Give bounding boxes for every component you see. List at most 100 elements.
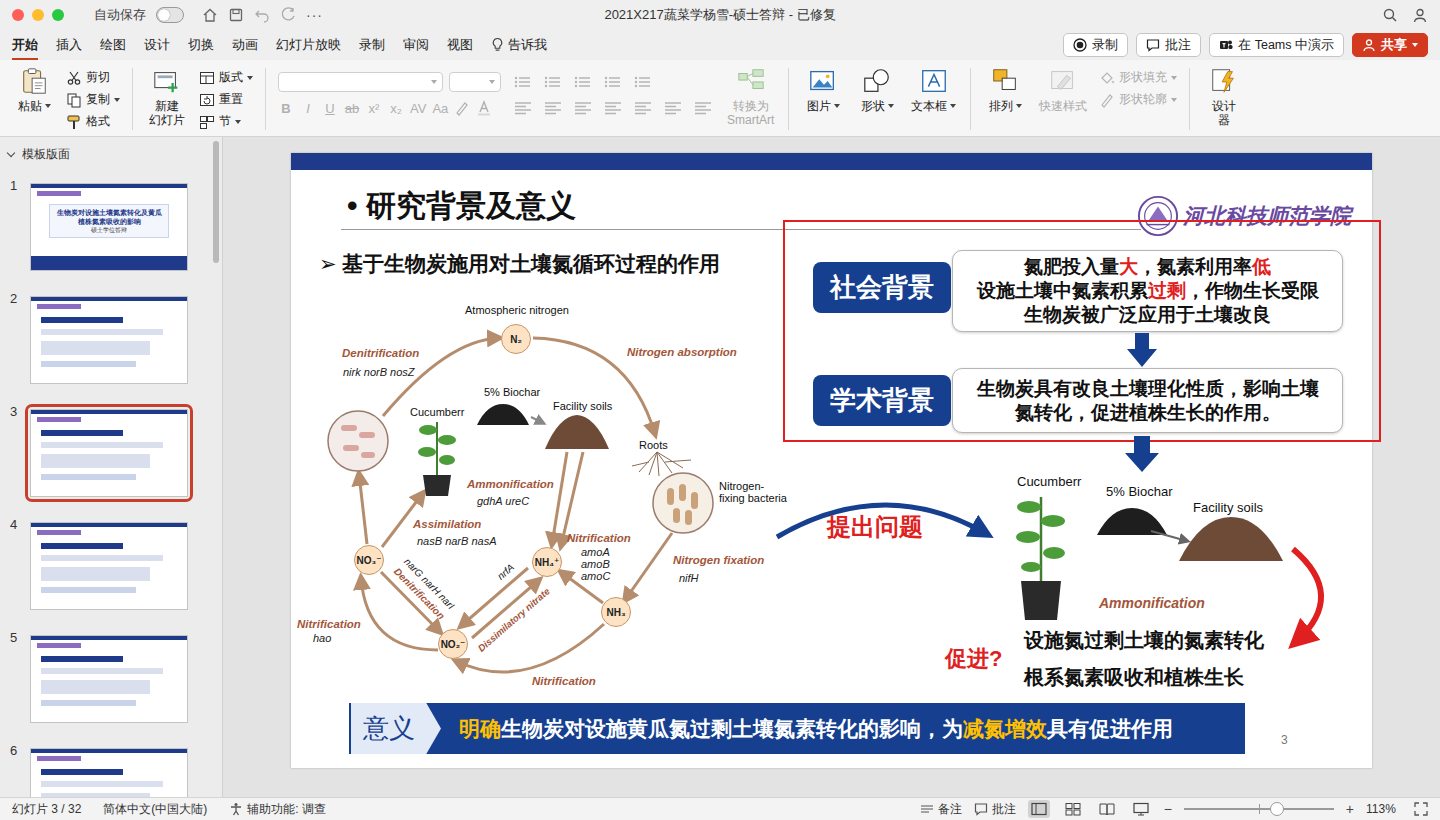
slide-tool-button[interactable]: 版式 xyxy=(199,68,253,87)
redo-icon[interactable] xyxy=(280,7,296,23)
slide-thumbnail[interactable] xyxy=(25,630,193,728)
slide-tool-button[interactable]: 节 xyxy=(199,112,253,131)
designer-button[interactable]: 设计器 xyxy=(1202,66,1246,132)
home-icon[interactable] xyxy=(202,7,218,23)
view-button[interactable] xyxy=(1096,800,1118,818)
close-button[interactable] xyxy=(12,9,24,21)
accessibility[interactable]: 辅助功能: 调查 xyxy=(229,801,326,818)
shape-format-button[interactable]: 形状填充 xyxy=(1099,68,1177,87)
slide-thumbnail[interactable]: 生物炭对设施土壤氮素转化及黄瓜植株氮素吸收的影响硕士学位答辩 xyxy=(25,178,193,276)
align-icon[interactable] xyxy=(693,100,713,116)
zoom-value[interactable]: 113% xyxy=(1366,802,1402,816)
autosave-toggle[interactable] xyxy=(156,7,184,23)
zoom-out-button[interactable]: − xyxy=(1164,801,1172,817)
clipboard-button[interactable]: 复制 xyxy=(66,90,120,109)
slide-thumbnail[interactable] xyxy=(25,743,193,797)
significance-bar: 意义明确生物炭对设施黄瓜氮过剩土壤氮素转化的影响，为减氮增效具有促进作用 xyxy=(349,703,1245,754)
align-icon[interactable] xyxy=(633,100,653,116)
slide-title[interactable]: • 研究背景及意义 xyxy=(347,186,576,227)
font-name-field[interactable] xyxy=(278,72,443,92)
align-icon[interactable] xyxy=(573,100,593,116)
paragraph-format-icon[interactable] xyxy=(603,74,623,90)
more-button[interactable]: ··· xyxy=(306,7,323,23)
format-button[interactable]: B xyxy=(278,101,294,116)
fit-to-window-icon[interactable] xyxy=(1414,802,1428,816)
ribbon-tab[interactable]: 插入 xyxy=(56,31,82,60)
scrollbar-thumb[interactable] xyxy=(213,141,219,263)
zoom-in-button[interactable]: + xyxy=(1346,801,1354,817)
format-button[interactable]: U xyxy=(322,101,338,116)
align-icon[interactable] xyxy=(663,100,683,116)
ribbon-tab[interactable]: 动画 xyxy=(232,31,258,60)
slide-subtitle[interactable]: ➢ 基于生物炭施用对土壤氮循环过程的作用 xyxy=(319,250,720,278)
font-color-icon[interactable] xyxy=(476,100,492,116)
language[interactable]: 简体中文(中国大陆) xyxy=(103,801,207,818)
format-button[interactable]: ab xyxy=(344,101,360,116)
action-button[interactable]: 共享 xyxy=(1352,33,1428,57)
paragraph-format-icon[interactable] xyxy=(633,74,653,90)
search-icon[interactable] xyxy=(1382,7,1398,23)
insert-button[interactable]: 形状 xyxy=(855,66,899,113)
format-button[interactable]: Aa xyxy=(432,101,448,116)
align-icon[interactable] xyxy=(513,100,533,116)
slide-thumbnail[interactable] xyxy=(25,291,193,389)
clipboard-button[interactable]: 剪切 xyxy=(66,68,120,87)
clipboard-button[interactable]: 格式 xyxy=(66,112,120,131)
slide-thumbnail-row[interactable]: 6 xyxy=(0,743,222,797)
view-button[interactable] xyxy=(1062,800,1084,818)
highlight-pen-icon[interactable] xyxy=(454,100,470,116)
paragraph-format-icon[interactable] xyxy=(513,74,533,90)
align-icon[interactable] xyxy=(603,100,623,116)
format-button[interactable]: AV xyxy=(410,101,426,116)
panel-scrollbar[interactable] xyxy=(213,137,220,797)
tell-me[interactable]: 告诉我 xyxy=(491,31,547,60)
insert-button[interactable]: 图片 xyxy=(801,66,845,113)
slide-thumbnail-row[interactable]: 5 xyxy=(0,630,222,728)
ribbon-tab[interactable]: 切换 xyxy=(188,31,214,60)
undo-icon[interactable] xyxy=(254,7,270,23)
format-button[interactable]: x₂ xyxy=(388,101,404,116)
slide-number: 6 xyxy=(0,743,28,758)
paragraph-format-icon[interactable] xyxy=(573,74,593,90)
action-button[interactable]: 在 Teams 中演示 xyxy=(1209,33,1344,57)
ribbon-tab[interactable]: 视图 xyxy=(447,31,473,60)
slide-tool-button[interactable]: 重置 xyxy=(199,90,253,109)
smartart-button[interactable]: 转换为SmartArt xyxy=(725,66,776,132)
ribbon-tab[interactable]: 绘图 xyxy=(100,31,126,60)
action-button[interactable]: 录制 xyxy=(1063,33,1128,57)
font-size-field[interactable] xyxy=(449,72,501,92)
slide-thumbnail-row[interactable]: 1生物炭对设施土壤氮素转化及黄瓜植株氮素吸收的影响硕士学位答辩 xyxy=(0,178,222,276)
view-button[interactable] xyxy=(1028,800,1050,818)
drawing-button[interactable]: 排列 xyxy=(983,66,1027,113)
ribbon-tab[interactable]: 录制 xyxy=(359,31,385,60)
slide-thumbnail-row[interactable]: 3 xyxy=(0,404,222,502)
ribbon-tab[interactable]: 设计 xyxy=(144,31,170,60)
slide-thumbnail-row[interactable]: 4 xyxy=(0,517,222,615)
format-button[interactable]: x² xyxy=(366,101,382,116)
slide-thumbnail[interactable] xyxy=(25,404,193,502)
minimize-button[interactable] xyxy=(32,9,44,21)
slide-thumbnail-row[interactable]: 2 xyxy=(0,291,222,389)
paste-button[interactable]: 粘贴 xyxy=(12,66,56,113)
ribbon-tab[interactable]: 审阅 xyxy=(403,31,429,60)
fullscreen-button[interactable] xyxy=(52,9,64,21)
paragraph-format-icon[interactable] xyxy=(543,74,563,90)
section-header[interactable]: 模板版面 xyxy=(0,137,222,170)
notes-button[interactable]: 备注 xyxy=(920,801,962,818)
ribbon-tab[interactable]: 幻灯片放映 xyxy=(276,31,341,60)
action-button[interactable]: 批注 xyxy=(1136,33,1201,57)
ribbon-tab[interactable]: 开始 xyxy=(12,31,38,60)
slider-knob[interactable] xyxy=(1270,802,1284,816)
drawing-button[interactable]: 快速样式 xyxy=(1037,66,1089,113)
shape-format-button[interactable]: 形状轮廓 xyxy=(1099,90,1177,109)
align-icon[interactable] xyxy=(543,100,563,116)
insert-button[interactable]: 文本框 xyxy=(909,66,958,113)
save-icon[interactable] xyxy=(228,7,244,23)
zoom-slider[interactable] xyxy=(1184,808,1334,810)
slide-thumbnail[interactable] xyxy=(25,517,193,615)
account-icon[interactable] xyxy=(1412,7,1428,23)
format-button[interactable]: I xyxy=(300,101,316,116)
comments-button[interactable]: 批注 xyxy=(974,801,1016,818)
new-slide-button[interactable]: 新建幻灯片 xyxy=(145,66,189,127)
view-button[interactable] xyxy=(1130,800,1152,818)
